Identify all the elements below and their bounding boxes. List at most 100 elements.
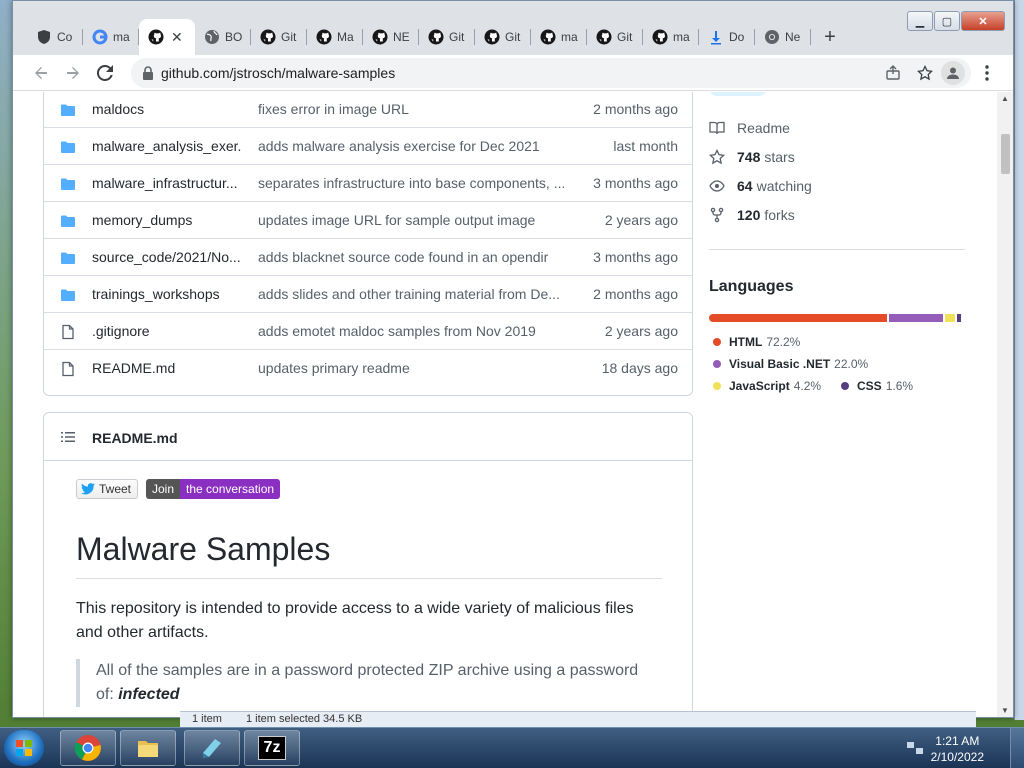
tab-title: NE <box>393 30 410 44</box>
system-clock[interactable]: 1:21 AM 2/10/2022 <box>931 733 984 765</box>
file-row: malware_analysis_exer... adds malware ana… <box>44 127 692 164</box>
address-bar[interactable]: github.com/jstrosch/malware-samples <box>131 58 971 88</box>
browser-tab[interactable]: Git <box>587 19 643 55</box>
taskbar-explorer[interactable] <box>120 730 176 766</box>
taskbar-notepad[interactable] <box>184 730 240 766</box>
browser-tab[interactable]: ma <box>83 19 139 55</box>
browser-tab[interactable]: ma <box>643 19 699 55</box>
browser-tab[interactable]: Git <box>419 19 475 55</box>
show-desktop-button[interactable] <box>1010 728 1024 768</box>
commit-message[interactable]: fixes error in image URL <box>258 101 564 117</box>
file-name[interactable]: README.md <box>92 360 242 376</box>
book-icon <box>709 121 725 135</box>
language-percent: 22.0% <box>834 357 869 371</box>
github-icon <box>372 29 388 45</box>
github-icon <box>316 29 332 45</box>
eye-icon <box>709 180 725 192</box>
close-window-button[interactable]: ✕ <box>961 11 1005 31</box>
join-conversation-badge[interactable]: Join the conversation <box>146 479 281 499</box>
language-name: CSS <box>857 379 882 393</box>
commit-message[interactable]: updates image URL for sample output imag… <box>258 212 564 228</box>
commit-message[interactable]: adds blacknet source code found in an op… <box>258 249 564 265</box>
forward-button[interactable] <box>61 61 85 85</box>
browser-menu-button[interactable] <box>977 61 997 85</box>
scroll-up-arrow-icon[interactable]: ▲ <box>997 92 1013 106</box>
browser-tab[interactable]: Git <box>475 19 531 55</box>
browser-tab[interactable]: BO <box>195 19 251 55</box>
reload-button[interactable] <box>93 61 117 85</box>
commit-message[interactable]: adds emotet maldoc samples from Nov 2019 <box>258 323 564 339</box>
7zip-icon: 7z <box>258 736 286 760</box>
tab-title: Ne <box>785 30 801 44</box>
browser-tab[interactable]: Ma <box>307 19 363 55</box>
browser-tab[interactable]: ✕ <box>139 19 195 55</box>
twitter-bird-icon <box>81 483 95 495</box>
back-arrow-icon <box>35 67 47 79</box>
language-bar-segment <box>957 314 961 322</box>
file-name[interactable]: malware_analysis_exer... <box>92 138 242 154</box>
tab-list: Co ma ✕ BO Git Ma NE Git Git ma Git ma Do Ne + <box>27 19 845 55</box>
share-button[interactable] <box>883 63 903 83</box>
maximize-button[interactable]: ▢ <box>934 11 960 31</box>
topic-pill[interactable] <box>709 92 767 96</box>
taskbar-7zip[interactable]: 7z <box>244 730 300 766</box>
forks-count: 120 <box>737 207 761 223</box>
stars-link[interactable]: 748 stars <box>709 147 795 167</box>
commit-message[interactable]: updates primary readme <box>258 360 564 376</box>
language-bar-segment <box>944 314 956 322</box>
language-bar-segment <box>709 314 887 322</box>
watching-link[interactable]: 64 watching <box>709 176 812 196</box>
scroll-down-arrow-icon[interactable]: ▼ <box>997 704 1013 717</box>
person-icon <box>947 67 959 79</box>
browser-tab[interactable]: NE <box>363 19 419 55</box>
commit-message[interactable]: adds malware analysis exercise for Dec 2… <box>258 138 564 154</box>
file-row: memory_dumps updates image URL for sample… <box>44 201 692 238</box>
list-icon[interactable] <box>60 429 76 445</box>
file-name[interactable]: trainings_workshops <box>92 286 242 302</box>
browser-tab[interactable]: Co <box>27 19 83 55</box>
start-button[interactable] <box>4 730 44 766</box>
browser-window: Co ma ✕ BO Git Ma NE Git Git ma Git ma Do Ne + ▁ ▢ ✕ g… <box>12 0 1014 718</box>
browser-tab[interactable]: ma <box>531 19 587 55</box>
file-name[interactable]: .gitignore <box>92 323 242 339</box>
forks-link[interactable]: 120 forks <box>709 205 795 225</box>
commit-message[interactable]: separates infrastructure into base compo… <box>258 175 564 191</box>
readme-filename[interactable]: README.md <box>92 430 178 446</box>
browser-tab[interactable]: Git <box>251 19 307 55</box>
file-name[interactable]: source_code/2021/No... <box>92 249 242 265</box>
file-name[interactable]: malware_infrastructur... <box>92 175 242 191</box>
bookmark-button[interactable] <box>915 63 935 83</box>
tweet-badge[interactable]: Tweet <box>76 479 139 499</box>
scroll-thumb[interactable] <box>1001 134 1010 174</box>
close-tab-icon[interactable]: ✕ <box>171 29 183 46</box>
folder-icon <box>60 102 76 118</box>
7zip-label: 7z <box>263 739 281 756</box>
stars-label: stars <box>764 149 795 165</box>
language-item[interactable]: CSS 1.6% <box>841 379 913 393</box>
browser-tab[interactable]: Do <box>699 19 755 55</box>
language-dot <box>713 360 721 368</box>
more-vertical-icon <box>985 65 989 81</box>
folder-icon <box>60 139 76 155</box>
new-tab-button[interactable]: + <box>815 19 845 55</box>
language-percent: 72.2% <box>766 335 801 349</box>
language-item[interactable]: JavaScript 4.2% <box>713 379 821 393</box>
language-item[interactable]: HTML 72.2% <box>713 335 800 349</box>
commit-message[interactable]: adds slides and other training material … <box>258 286 564 302</box>
readme-link[interactable]: Readme <box>709 118 790 138</box>
language-bar <box>709 314 965 322</box>
minimize-button[interactable]: ▁ <box>907 11 933 31</box>
browser-tab[interactable]: Ne <box>755 19 811 55</box>
stars-count: 748 <box>737 149 761 165</box>
back-button[interactable] <box>29 61 53 85</box>
github-icon <box>484 29 500 45</box>
network-icon[interactable] <box>906 740 924 756</box>
quote-password: infected <box>118 686 180 703</box>
language-item[interactable]: Visual Basic .NET 22.0% <box>713 357 868 371</box>
file-name[interactable]: maldocs <box>92 101 242 117</box>
file-name[interactable]: memory_dumps <box>92 212 242 228</box>
page-scrollbar[interactable]: ▲ ▼ <box>997 92 1013 717</box>
watching-label: watching <box>756 178 812 194</box>
profile-button[interactable] <box>941 61 965 85</box>
taskbar-chrome[interactable] <box>60 730 116 766</box>
